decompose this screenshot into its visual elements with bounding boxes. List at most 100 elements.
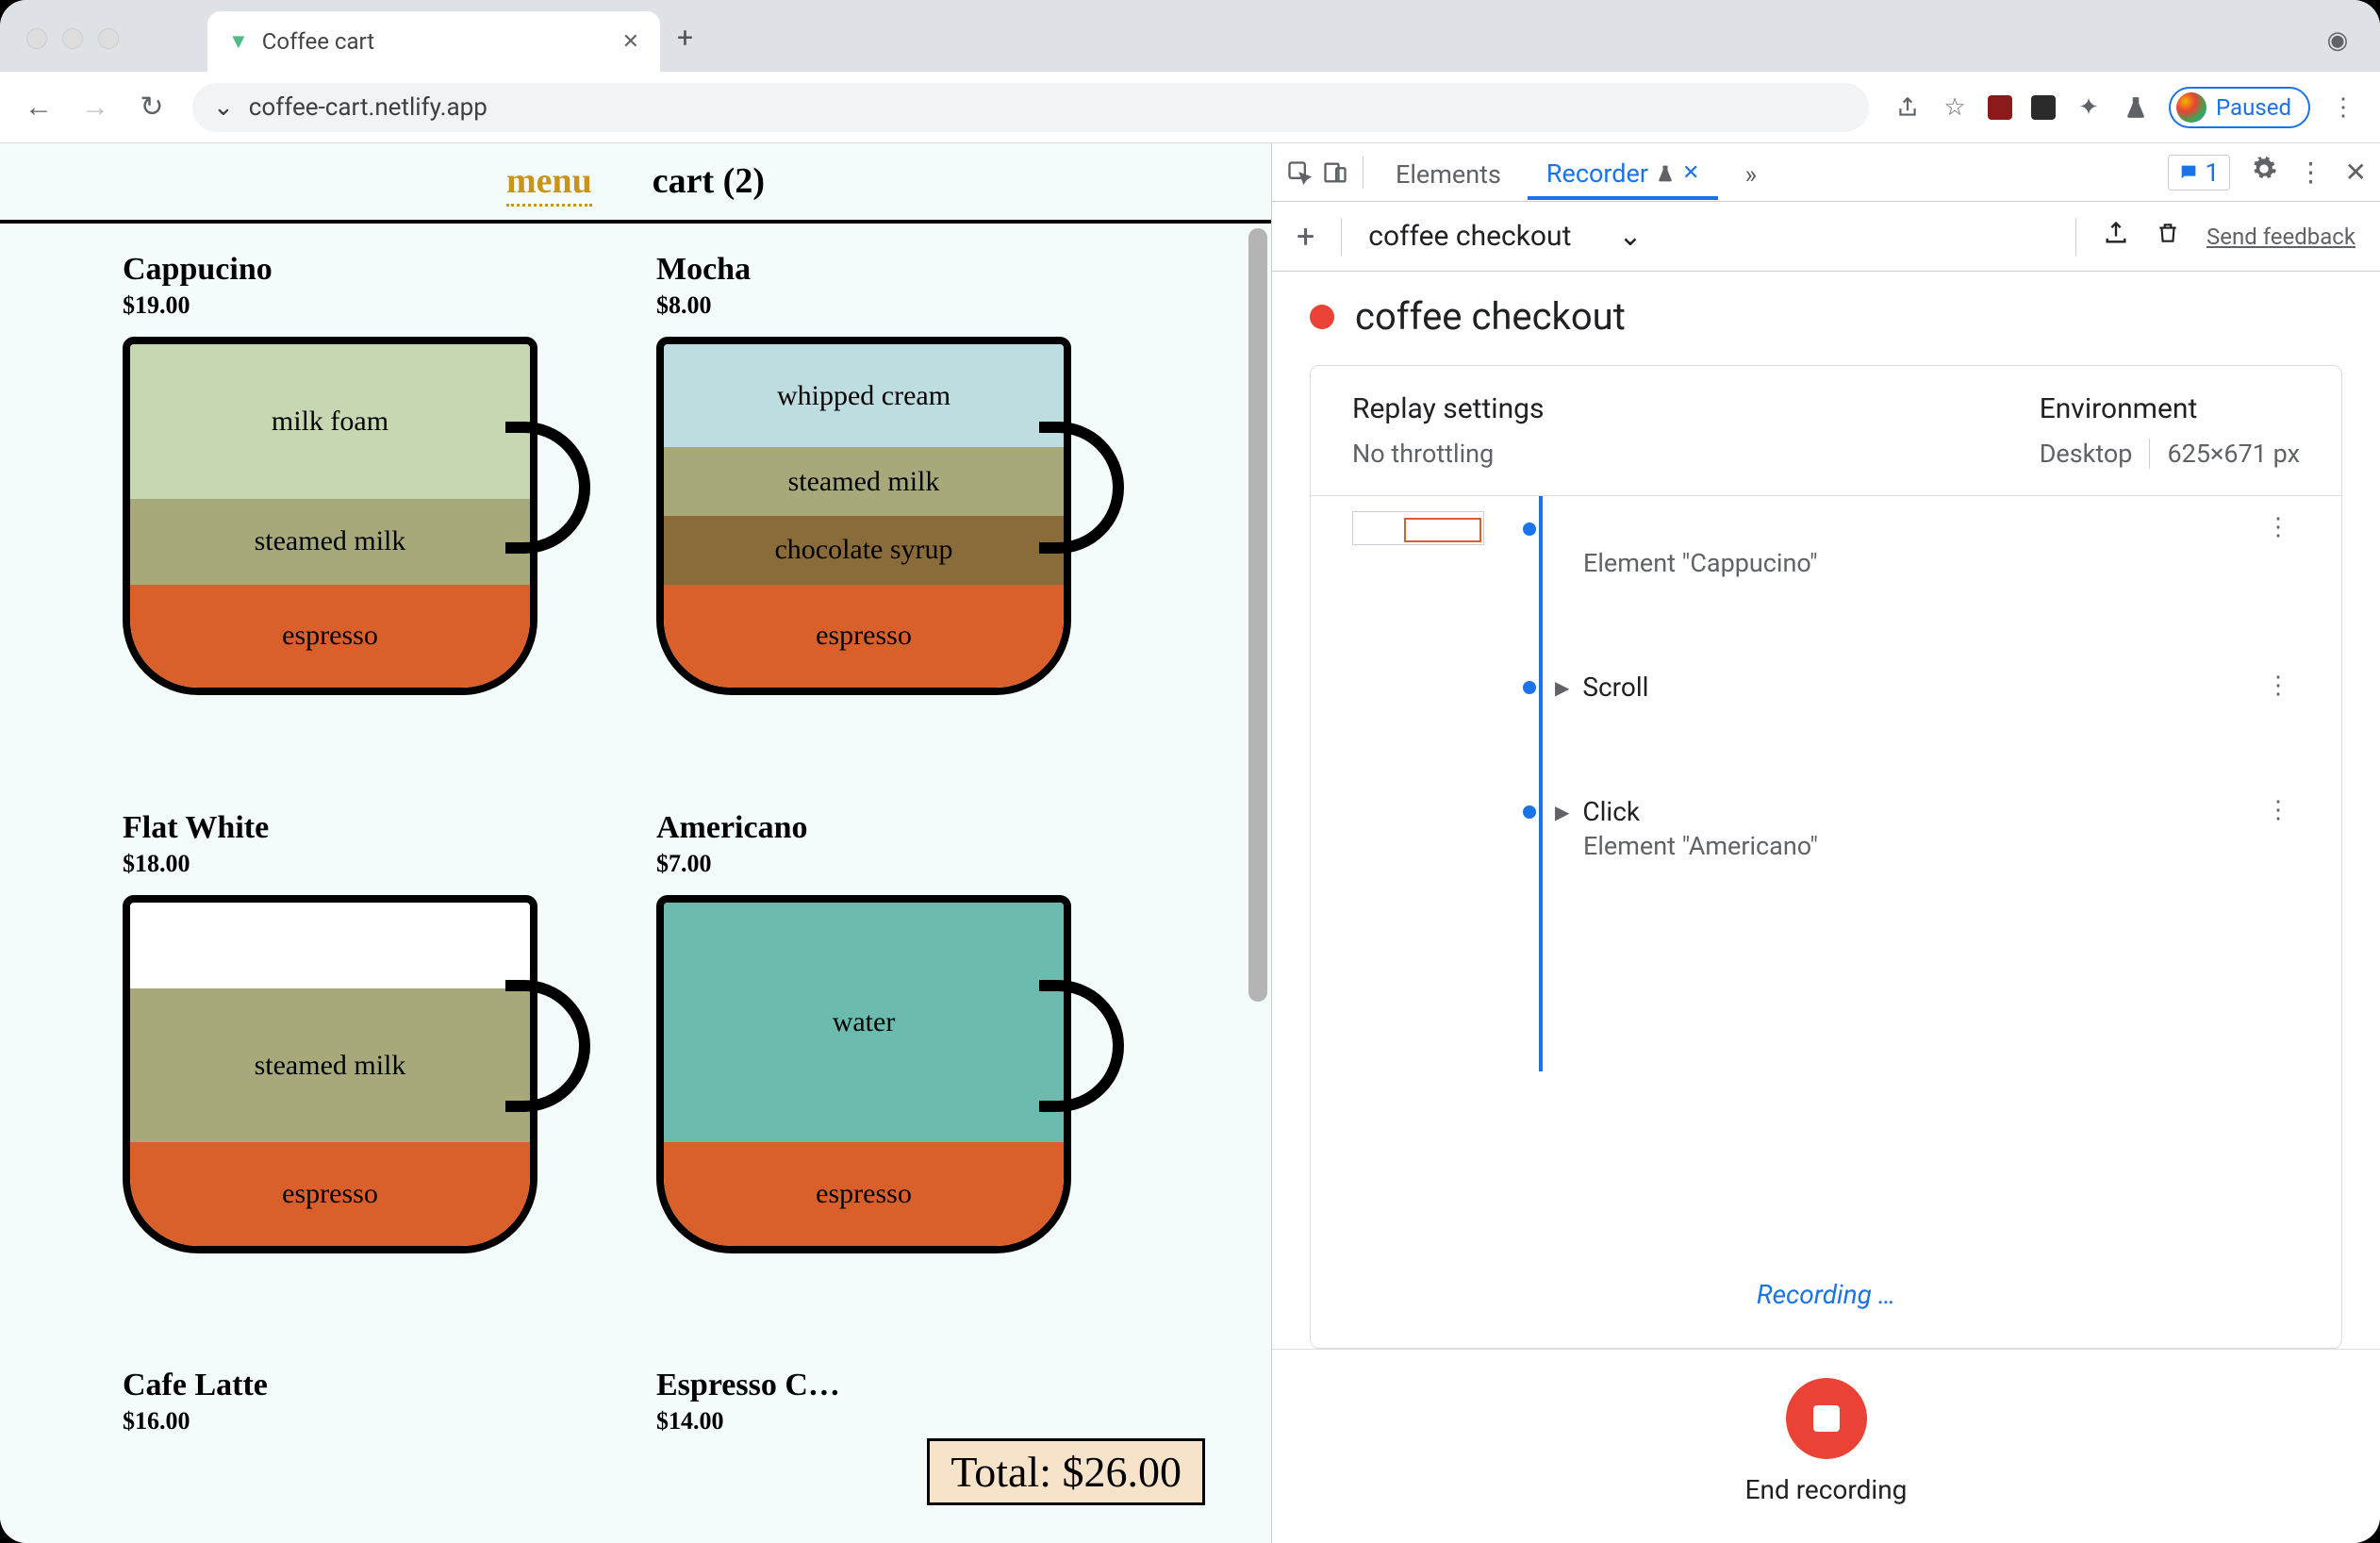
product-card[interactable]: Cafe Latte$16.00 [123,1368,634,1515]
coffee-cup: espressowater [656,895,1099,1272]
web-page: menu cart (2) Cappucino$19.00espressoste… [0,143,1271,1543]
product-name: Mocha [656,252,1167,288]
recorder-step[interactable]: ClickElement "Cappucino"⋮ [1528,509,2300,668]
site-menu-chevron-icon[interactable]: ⌄ [213,93,234,122]
cup-handle [1039,980,1124,1112]
environment-viewport: 625×671 px [2167,439,2300,469]
extension-icon[interactable] [1988,95,2012,120]
timeline-dot-icon [1523,805,1536,819]
profile-paused-pill[interactable]: Paused [2169,87,2310,128]
settings-gear-icon[interactable] [2251,156,2277,189]
step-menu-icon[interactable]: ⋮ [2266,672,2290,700]
environment-section: Environment Desktop 625×671 px [2040,392,2300,469]
browser-tab[interactable]: ▼ Coffee cart ✕ [207,11,660,72]
reload-button[interactable]: ↻ [136,91,168,124]
chevron-down-icon: ⌄ [1618,220,1642,253]
close-tab-icon[interactable]: ✕ [1682,161,1699,185]
coffee-cup: espressosteamed milk [123,895,566,1272]
product-grid: Cappucino$19.00espressosteamed milkmilk … [0,224,1271,1543]
close-tab-icon[interactable]: ✕ [622,30,639,54]
minimize-window-icon[interactable] [62,28,83,49]
page-scrollbar[interactable] [1248,228,1267,1002]
vue-icon: ▼ [228,29,249,54]
export-icon[interactable] [2103,220,2129,253]
step-menu-icon[interactable]: ⋮ [2266,796,2290,824]
cup-handle [505,980,590,1112]
product-name: Flat White [123,810,634,846]
expand-triangle-icon[interactable]: ▶ [1555,676,1569,699]
nav-menu-link[interactable]: menu [506,160,592,207]
cart-total-badge[interactable]: Total: $26.00 [927,1438,1205,1505]
expand-triangle-icon[interactable]: ▶ [1555,801,1569,823]
step-thumbnail[interactable] [1352,511,1484,545]
recording-panel: Replay settings No throttling Environmen… [1310,365,2342,1349]
environment-device: Desktop [2040,439,2133,469]
paused-label: Paused [2216,94,2291,121]
product-card[interactable]: Flat White $18.00 espressosteamed milk [123,810,634,1335]
delete-icon[interactable] [2156,220,2180,253]
cup-layer: espresso [130,585,530,688]
devtools-menu-icon[interactable]: ⋮ [2298,157,2324,188]
replay-settings-section: Replay settings No throttling [1352,392,1544,469]
cup-layer: milk foam [130,344,530,499]
page-nav: menu cart (2) [0,143,1271,224]
product-card[interactable]: Cappucino$19.00espressosteamed milkmilk … [123,252,634,776]
browser-window: ▼ Coffee cart ✕ + ◉ ← → ↻ ⌄ coffee-cart.… [0,0,2380,1543]
extension-icon[interactable] [2031,95,2056,120]
device-toolbar-icon[interactable] [1321,158,1349,187]
stop-icon [1813,1405,1840,1432]
end-recording-button[interactable] [1786,1378,1867,1459]
url-input[interactable]: ⌄ coffee-cart.netlify.app [192,83,1869,132]
add-recording-button[interactable]: + [1297,218,1314,256]
product-name: Americano [656,810,1167,846]
product-card[interactable]: Americano$7.00espressowater [656,810,1167,1335]
cup-handle [505,422,590,554]
product-price: $14.00 [656,1407,1167,1435]
messages-badge[interactable]: 1 [2168,155,2229,191]
product-price: $19.00 [123,291,634,320]
forward-button: → [79,91,111,124]
tab-elements[interactable]: Elements [1377,146,1520,199]
back-button[interactable]: ← [23,91,55,124]
maximize-window-icon[interactable] [98,28,119,49]
nav-cart-link[interactable]: cart (2) [653,160,765,207]
tab-strip: ▼ Coffee cart ✕ + ◉ [0,0,2380,72]
step-menu-icon[interactable]: ⋮ [2266,513,2290,541]
bookmark-star-icon[interactable]: ☆ [1941,93,1969,122]
product-price: $16.00 [123,1407,634,1435]
recording-status: Recording … [1311,1260,2341,1348]
close-window-icon[interactable] [26,28,47,49]
recorder-step[interactable]: ▶Scroll⋮ [1528,668,2300,792]
cup-layer: whipped cream [664,344,1064,447]
browser-menu-icon[interactable]: ⋮ [2329,93,2357,122]
devtools-tab-bar: Elements Recorder ✕ » 1 ⋮ ✕ [1272,143,2380,202]
close-devtools-icon[interactable]: ✕ [2345,157,2367,188]
throttling-value[interactable]: No throttling [1352,439,1544,469]
product-card[interactable]: Mocha$8.00espressochocolate syrupsteamed… [656,252,1167,776]
send-feedback-link[interactable]: Send feedback [2206,224,2355,250]
product-price: $18.00 [123,850,634,878]
steps-list: ClickElement "Cappucino"⋮▶Scroll⋮▶ClickE… [1311,496,2341,1260]
timeline-dot-icon [1523,681,1536,694]
toolbar-actions: ☆ ✦ Paused ⋮ [1893,87,2357,128]
cup-layer: steamed milk [130,499,530,585]
coffee-cup: espressosteamed milkmilk foam [123,337,566,714]
product-price: $8.00 [656,291,1167,320]
share-icon[interactable] [1893,93,1922,122]
step-detail: Element "Americano" [1583,831,1818,861]
recording-selector[interactable]: coffee checkout ⌄ [1368,220,2049,253]
end-recording-bar: End recording [1272,1349,2380,1543]
extensions-puzzle-icon[interactable]: ✦ [2074,93,2103,122]
labs-flask-icon[interactable] [2122,93,2150,122]
tab-recorder[interactable]: Recorder ✕ [1528,145,1719,200]
inspect-element-icon[interactable] [1285,158,1314,187]
avatar-icon [2176,92,2206,123]
new-tab-button[interactable]: + [677,22,693,55]
recorder-step[interactable]: ▶ClickElement "Americano"⋮ [1528,792,2300,951]
product-name: Espresso C… [656,1368,1167,1403]
more-tabs-icon[interactable]: » [1726,146,1776,199]
cup-layer: espresso [664,585,1064,688]
cup-layer: steamed milk [664,447,1064,516]
address-bar: ← → ↻ ⌄ coffee-cart.netlify.app ☆ ✦ Paus… [0,72,2380,143]
account-chevron-icon[interactable]: ◉ [2323,26,2352,55]
